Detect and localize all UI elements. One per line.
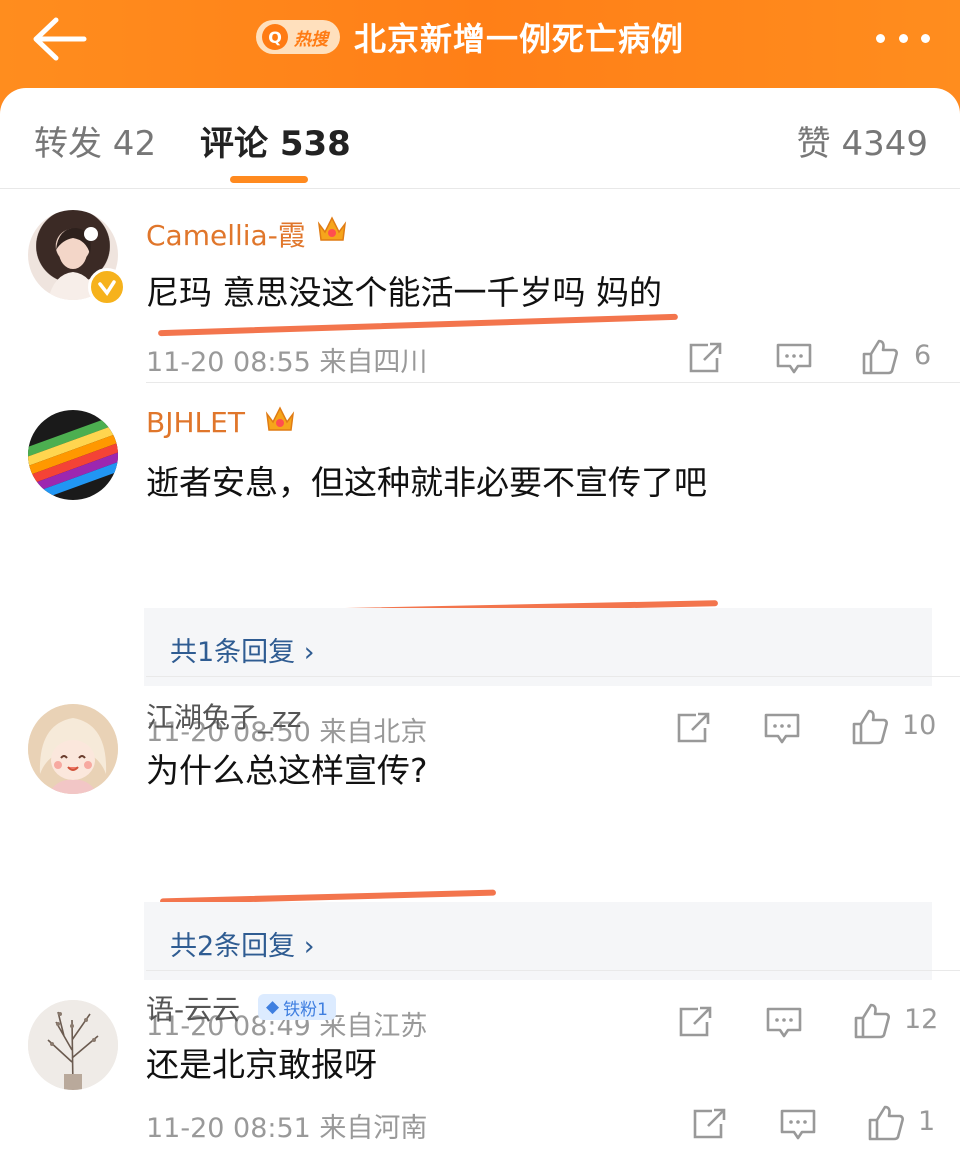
- divider: [146, 970, 960, 971]
- username[interactable]: Camellia-霞: [146, 214, 306, 254]
- comment-item: BJHLET 逝者安息，但这种就非必要不宣传了吧 共1条回复 › 11-20 0…: [0, 406, 960, 748]
- topic-title: 北京新增一例死亡病例: [354, 20, 685, 58]
- comment-icon: [780, 1109, 816, 1140]
- view-replies-link[interactable]: 共2条回复 ›: [170, 924, 315, 963]
- hot-search-label: 热搜: [294, 29, 328, 50]
- comment-meta: 11-20 08:51 来自河南: [146, 1113, 428, 1144]
- search-icon: Q: [262, 24, 288, 50]
- tab-repost[interactable]: 转发 42: [34, 116, 156, 165]
- divider: [146, 382, 960, 383]
- anime-avatar-icon: [28, 704, 118, 794]
- avatar[interactable]: [28, 704, 118, 794]
- tab-likes[interactable]: 赞 4349: [797, 116, 928, 165]
- replies-box[interactable]: 共2条回复 ›: [144, 902, 932, 980]
- repost-button[interactable]: [686, 340, 726, 376]
- reply-button[interactable]: [774, 340, 814, 376]
- username[interactable]: 语-云云: [146, 988, 240, 1028]
- fan-level-badge: ◆ 铁粉1: [258, 994, 336, 1020]
- dot-icon: [898, 33, 908, 43]
- crown-icon: [264, 404, 296, 440]
- back-button[interactable]: [30, 16, 90, 62]
- username[interactable]: BJHLET: [146, 406, 245, 439]
- top-bar: Q 热搜 北京新增一例死亡病例: [0, 0, 960, 90]
- more-options-button[interactable]: [876, 26, 930, 50]
- fan-badge-label: 铁粉1: [283, 999, 328, 1020]
- comments-card: 转发 42 评论 538 赞 4349 Camellia-霞 尼玛 意思没这个能…: [0, 88, 960, 1152]
- arrow-left-icon: [33, 17, 87, 61]
- thumbs-up-icon: [868, 1105, 904, 1141]
- active-tab-indicator: [230, 176, 308, 183]
- comment-text: 逝者安息，但这种就非必要不宣传了吧: [146, 463, 707, 502]
- avatar[interactable]: [28, 1000, 118, 1090]
- comment-item: Camellia-霞 尼玛 意思没这个能活一千岁吗 妈的 11-20 08:55…: [0, 210, 960, 406]
- hot-topic-header[interactable]: Q 热搜 北京新增一例死亡病例: [256, 14, 684, 60]
- username[interactable]: 江湖兔子_zz: [146, 696, 301, 736]
- dot-icon: [876, 33, 885, 43]
- highlight-underline: [158, 313, 678, 337]
- reply-button[interactable]: [778, 1106, 818, 1142]
- rainbow-avatar-icon: [28, 414, 118, 500]
- branches-avatar-icon: [28, 1000, 118, 1090]
- comment-text: 为什么总这样宣传?: [146, 751, 428, 790]
- divider: [146, 676, 960, 677]
- comment-meta: 11-20 08:55 来自四川: [146, 347, 428, 378]
- comment-text: 尼玛 意思没这个能活一千岁吗 妈的: [146, 273, 662, 312]
- view-replies-link[interactable]: 共1条回复 ›: [170, 630, 315, 669]
- share-icon: [689, 342, 722, 373]
- diamond-icon: ◆: [266, 997, 280, 1017]
- like-button[interactable]: [866, 1104, 906, 1141]
- comment-item: 语-云云 ◆ 铁粉1 还是北京敢报呀 11-20 08:51 来自河南 1: [0, 993, 960, 1152]
- avatar[interactable]: [28, 410, 118, 500]
- share-icon: [693, 1108, 726, 1139]
- dot-icon: [921, 33, 930, 43]
- tab-bar: 转发 42 评论 538 赞 4349: [0, 88, 960, 189]
- replies-box[interactable]: 共1条回复 ›: [144, 608, 932, 686]
- like-count: 6: [914, 340, 932, 371]
- repost-button[interactable]: [690, 1106, 730, 1142]
- like-count: 1: [918, 1106, 936, 1137]
- comment-icon: [776, 343, 812, 374]
- like-button[interactable]: [860, 338, 900, 375]
- verified-badge-icon: [88, 268, 126, 306]
- tab-comments[interactable]: 评论 538: [200, 116, 351, 165]
- comment-text: 还是北京敢报呀: [146, 1045, 377, 1084]
- comment-item: 江湖兔子_zz 为什么总这样宣传? 共2条回复 › 11-20 08:49 来自…: [0, 701, 960, 1042]
- thumbs-up-icon: [862, 339, 898, 375]
- crown-icon: [316, 214, 348, 250]
- hot-search-badge[interactable]: Q 热搜: [256, 20, 340, 54]
